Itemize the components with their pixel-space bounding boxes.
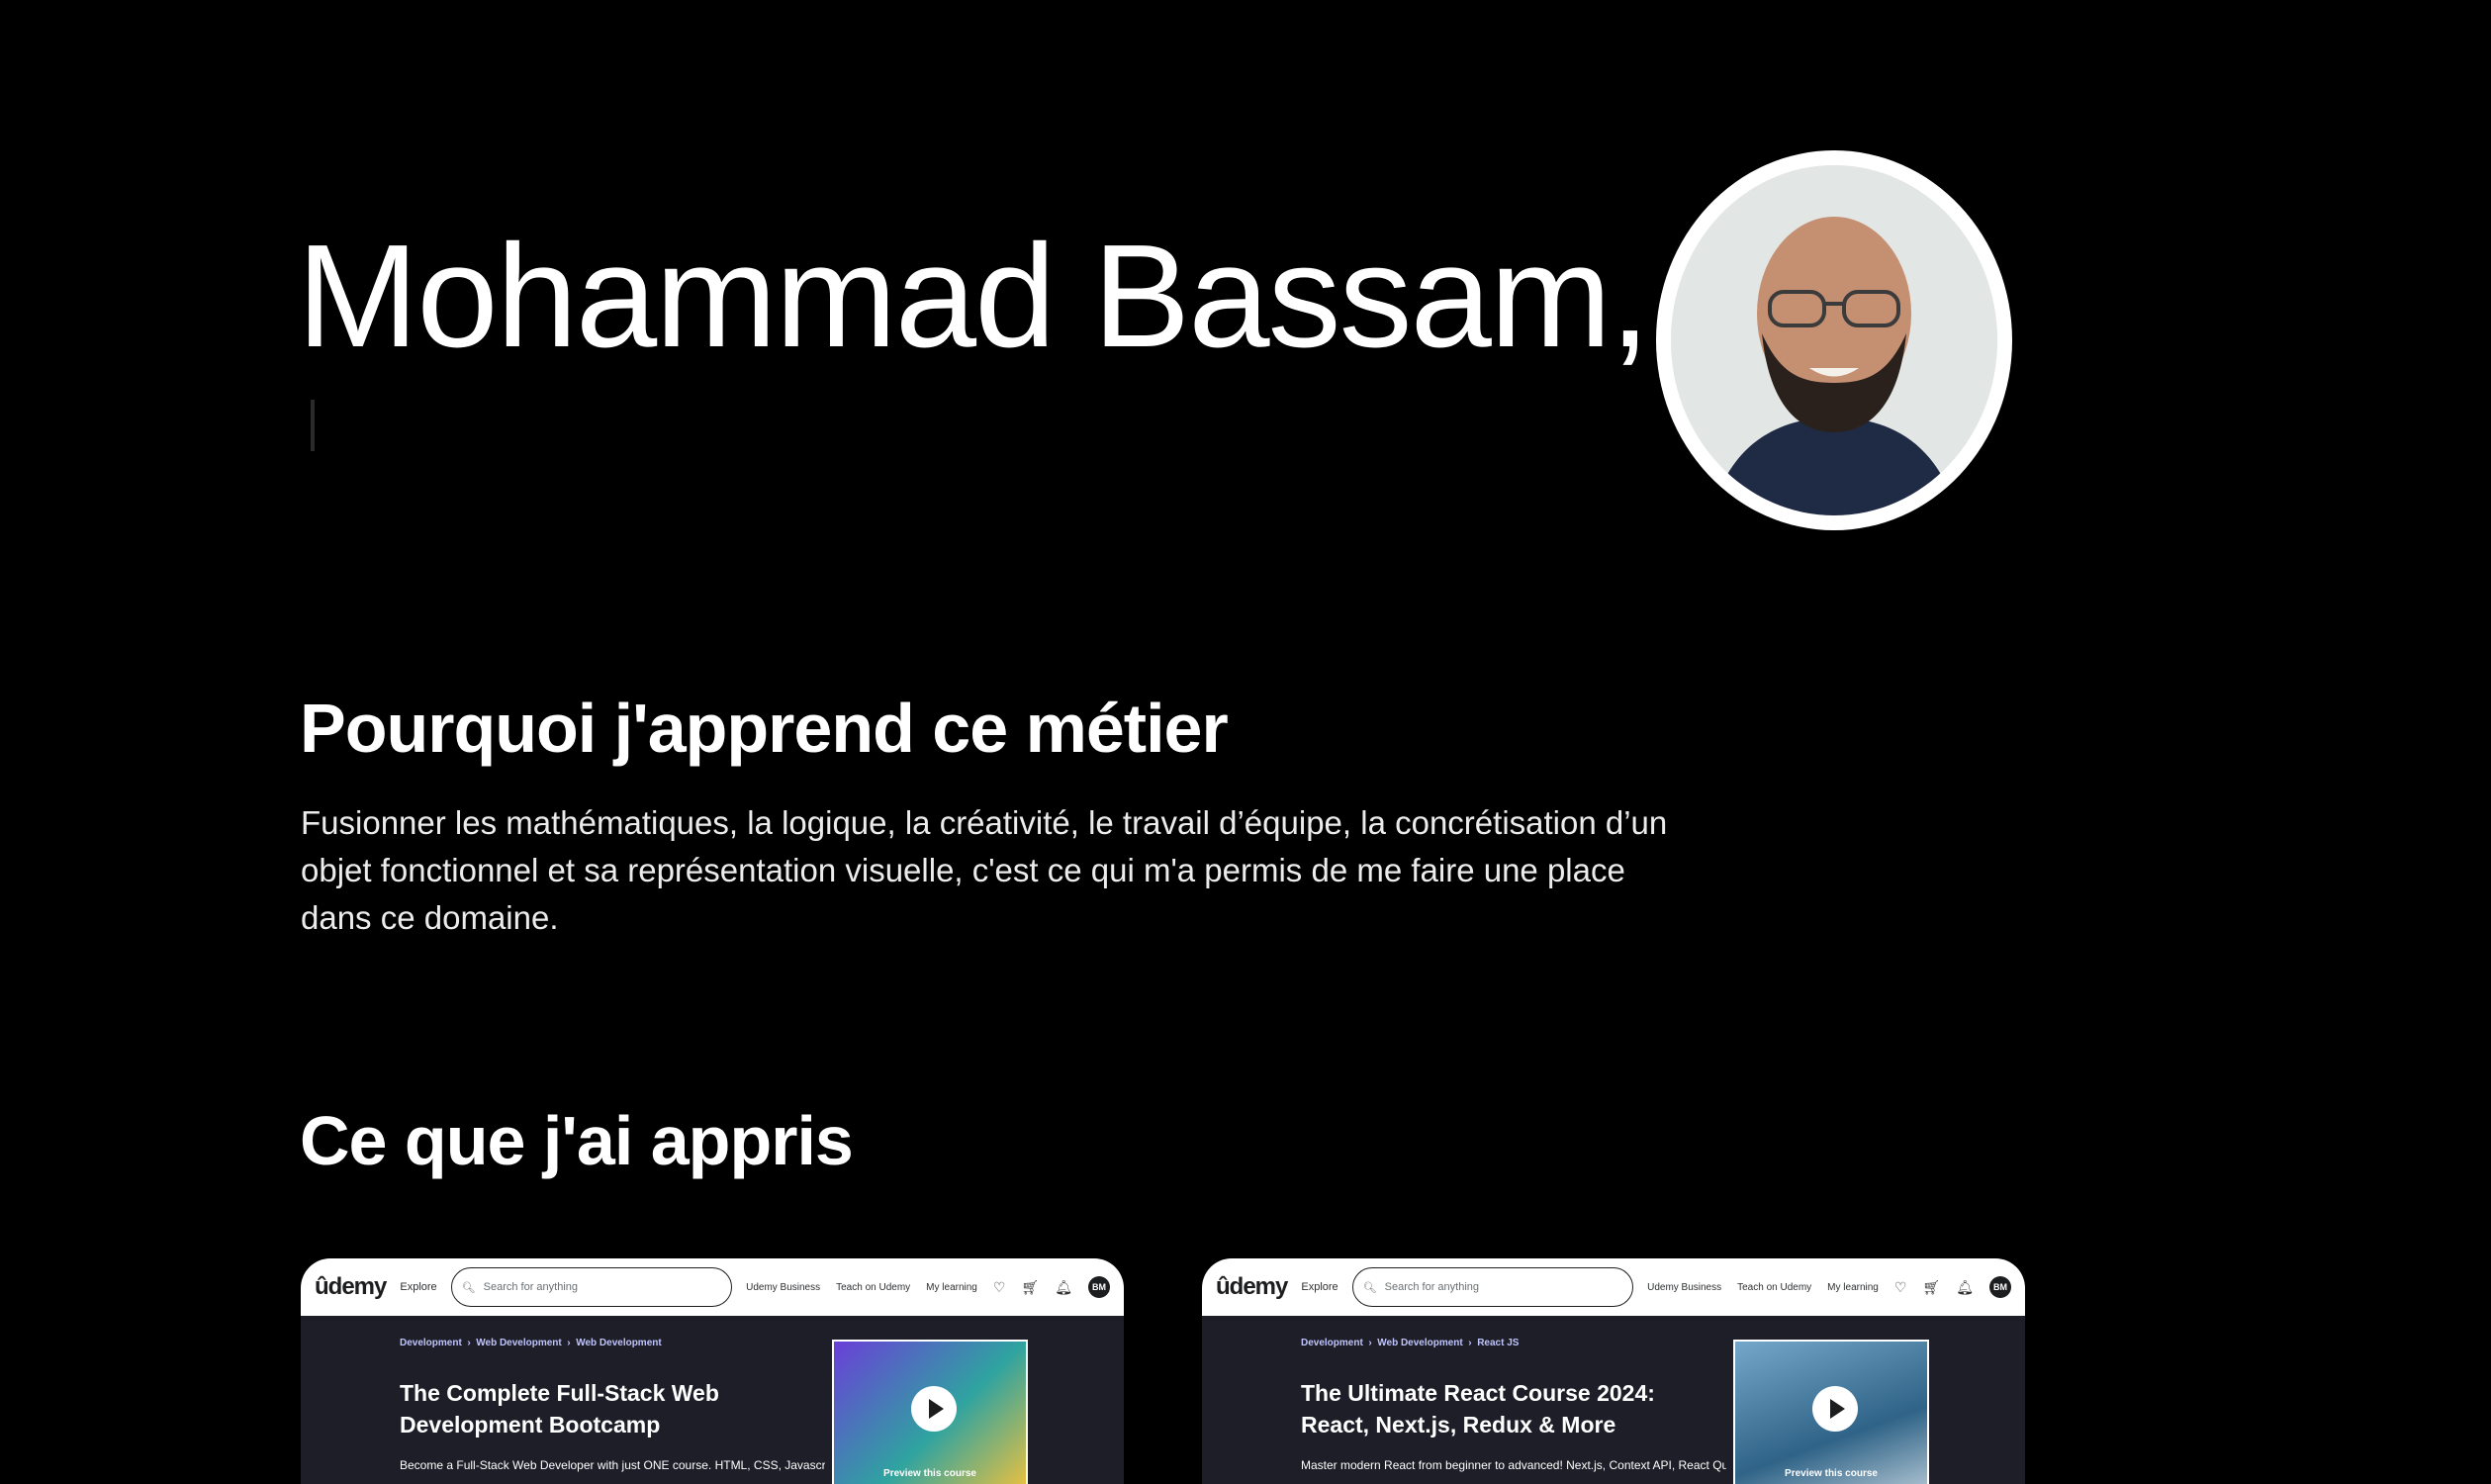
course-card[interactable]: ûdemy Explore 🔍︎ Search for anything Ude… <box>1202 1258 2025 1484</box>
course-description: Become a Full-Stack Web Developer with j… <box>400 1458 825 1472</box>
teach-link[interactable]: Teach on Udemy <box>836 1282 910 1293</box>
search-icon: 🔍︎ <box>461 1281 476 1294</box>
preview-label: Preview this course <box>883 1468 976 1479</box>
typing-cursor <box>311 400 315 451</box>
learned-title: Ce que j'ai appris <box>300 1102 854 1179</box>
search-placeholder: Search for anything <box>483 1281 579 1293</box>
course-card[interactable]: ûdemy Explore 🔍︎ Search for anything Ude… <box>301 1258 1124 1484</box>
course-preview[interactable]: Preview this course <box>832 1340 1028 1484</box>
breadcrumb-item[interactable]: Web Development <box>576 1338 662 1348</box>
search-placeholder: Search for anything <box>1384 1281 1480 1293</box>
cart-icon[interactable]: 🛒︎ <box>1922 1279 1940 1296</box>
heart-icon[interactable]: ♡ <box>1894 1279 1907 1296</box>
search-input[interactable]: 🔍︎ Search for anything <box>450 1267 733 1307</box>
udemy-logo[interactable]: ûdemy <box>315 1273 387 1301</box>
play-icon[interactable] <box>911 1386 957 1432</box>
course-title: The Ultimate React Course 2024: React, N… <box>1301 1380 1655 1438</box>
bell-icon[interactable]: 🔔︎ <box>1956 1279 1974 1296</box>
udemy-topbar: ûdemy Explore 🔍︎ Search for anything Ude… <box>1202 1258 2025 1316</box>
my-learning-link[interactable]: My learning <box>1827 1282 1879 1293</box>
breadcrumb: Development › Web Development › Web Deve… <box>400 1338 662 1348</box>
search-input[interactable]: 🔍︎ Search for anything <box>1351 1267 1634 1307</box>
breadcrumb-item[interactable]: Web Development <box>1377 1338 1463 1348</box>
course-description: Master modern React from beginner to adv… <box>1301 1458 1726 1472</box>
profile-photo <box>1656 150 2012 530</box>
breadcrumb-item[interactable]: Web Development <box>476 1338 562 1348</box>
breadcrumb-item[interactable]: Development <box>400 1338 462 1348</box>
search-icon: 🔍︎ <box>1362 1281 1377 1294</box>
udemy-business-link[interactable]: Udemy Business <box>1647 1282 1721 1293</box>
course-preview[interactable]: Preview this course <box>1733 1340 1929 1484</box>
course-title: The Complete Full-Stack Web Development … <box>400 1380 719 1438</box>
avatar[interactable]: BM <box>1989 1276 2011 1298</box>
preview-label: Preview this course <box>1785 1468 1878 1479</box>
breadcrumb-item[interactable]: Development <box>1301 1338 1363 1348</box>
udemy-logo[interactable]: ûdemy <box>1216 1273 1288 1301</box>
heart-icon[interactable]: ♡ <box>993 1279 1006 1296</box>
udemy-topbar: ûdemy Explore 🔍︎ Search for anything Ude… <box>301 1258 1124 1316</box>
cart-icon[interactable]: 🛒︎ <box>1021 1279 1039 1296</box>
why-text: Fusionner les mathématiques, la logique,… <box>301 804 1668 936</box>
explore-link[interactable]: Explore <box>1301 1281 1338 1293</box>
breadcrumb-item[interactable]: React JS <box>1477 1338 1519 1348</box>
my-learning-link[interactable]: My learning <box>926 1282 977 1293</box>
breadcrumb: Development › Web Development › React JS <box>1301 1338 1520 1348</box>
bell-icon[interactable]: 🔔︎ <box>1055 1279 1072 1296</box>
hero-name: Mohammad Bassam, <box>297 215 1650 378</box>
avatar[interactable]: BM <box>1088 1276 1110 1298</box>
play-icon[interactable] <box>1812 1386 1858 1432</box>
teach-link[interactable]: Teach on Udemy <box>1737 1282 1811 1293</box>
udemy-business-link[interactable]: Udemy Business <box>746 1282 820 1293</box>
why-title: Pourquoi j'apprend ce métier <box>300 690 1229 767</box>
explore-link[interactable]: Explore <box>400 1281 436 1293</box>
